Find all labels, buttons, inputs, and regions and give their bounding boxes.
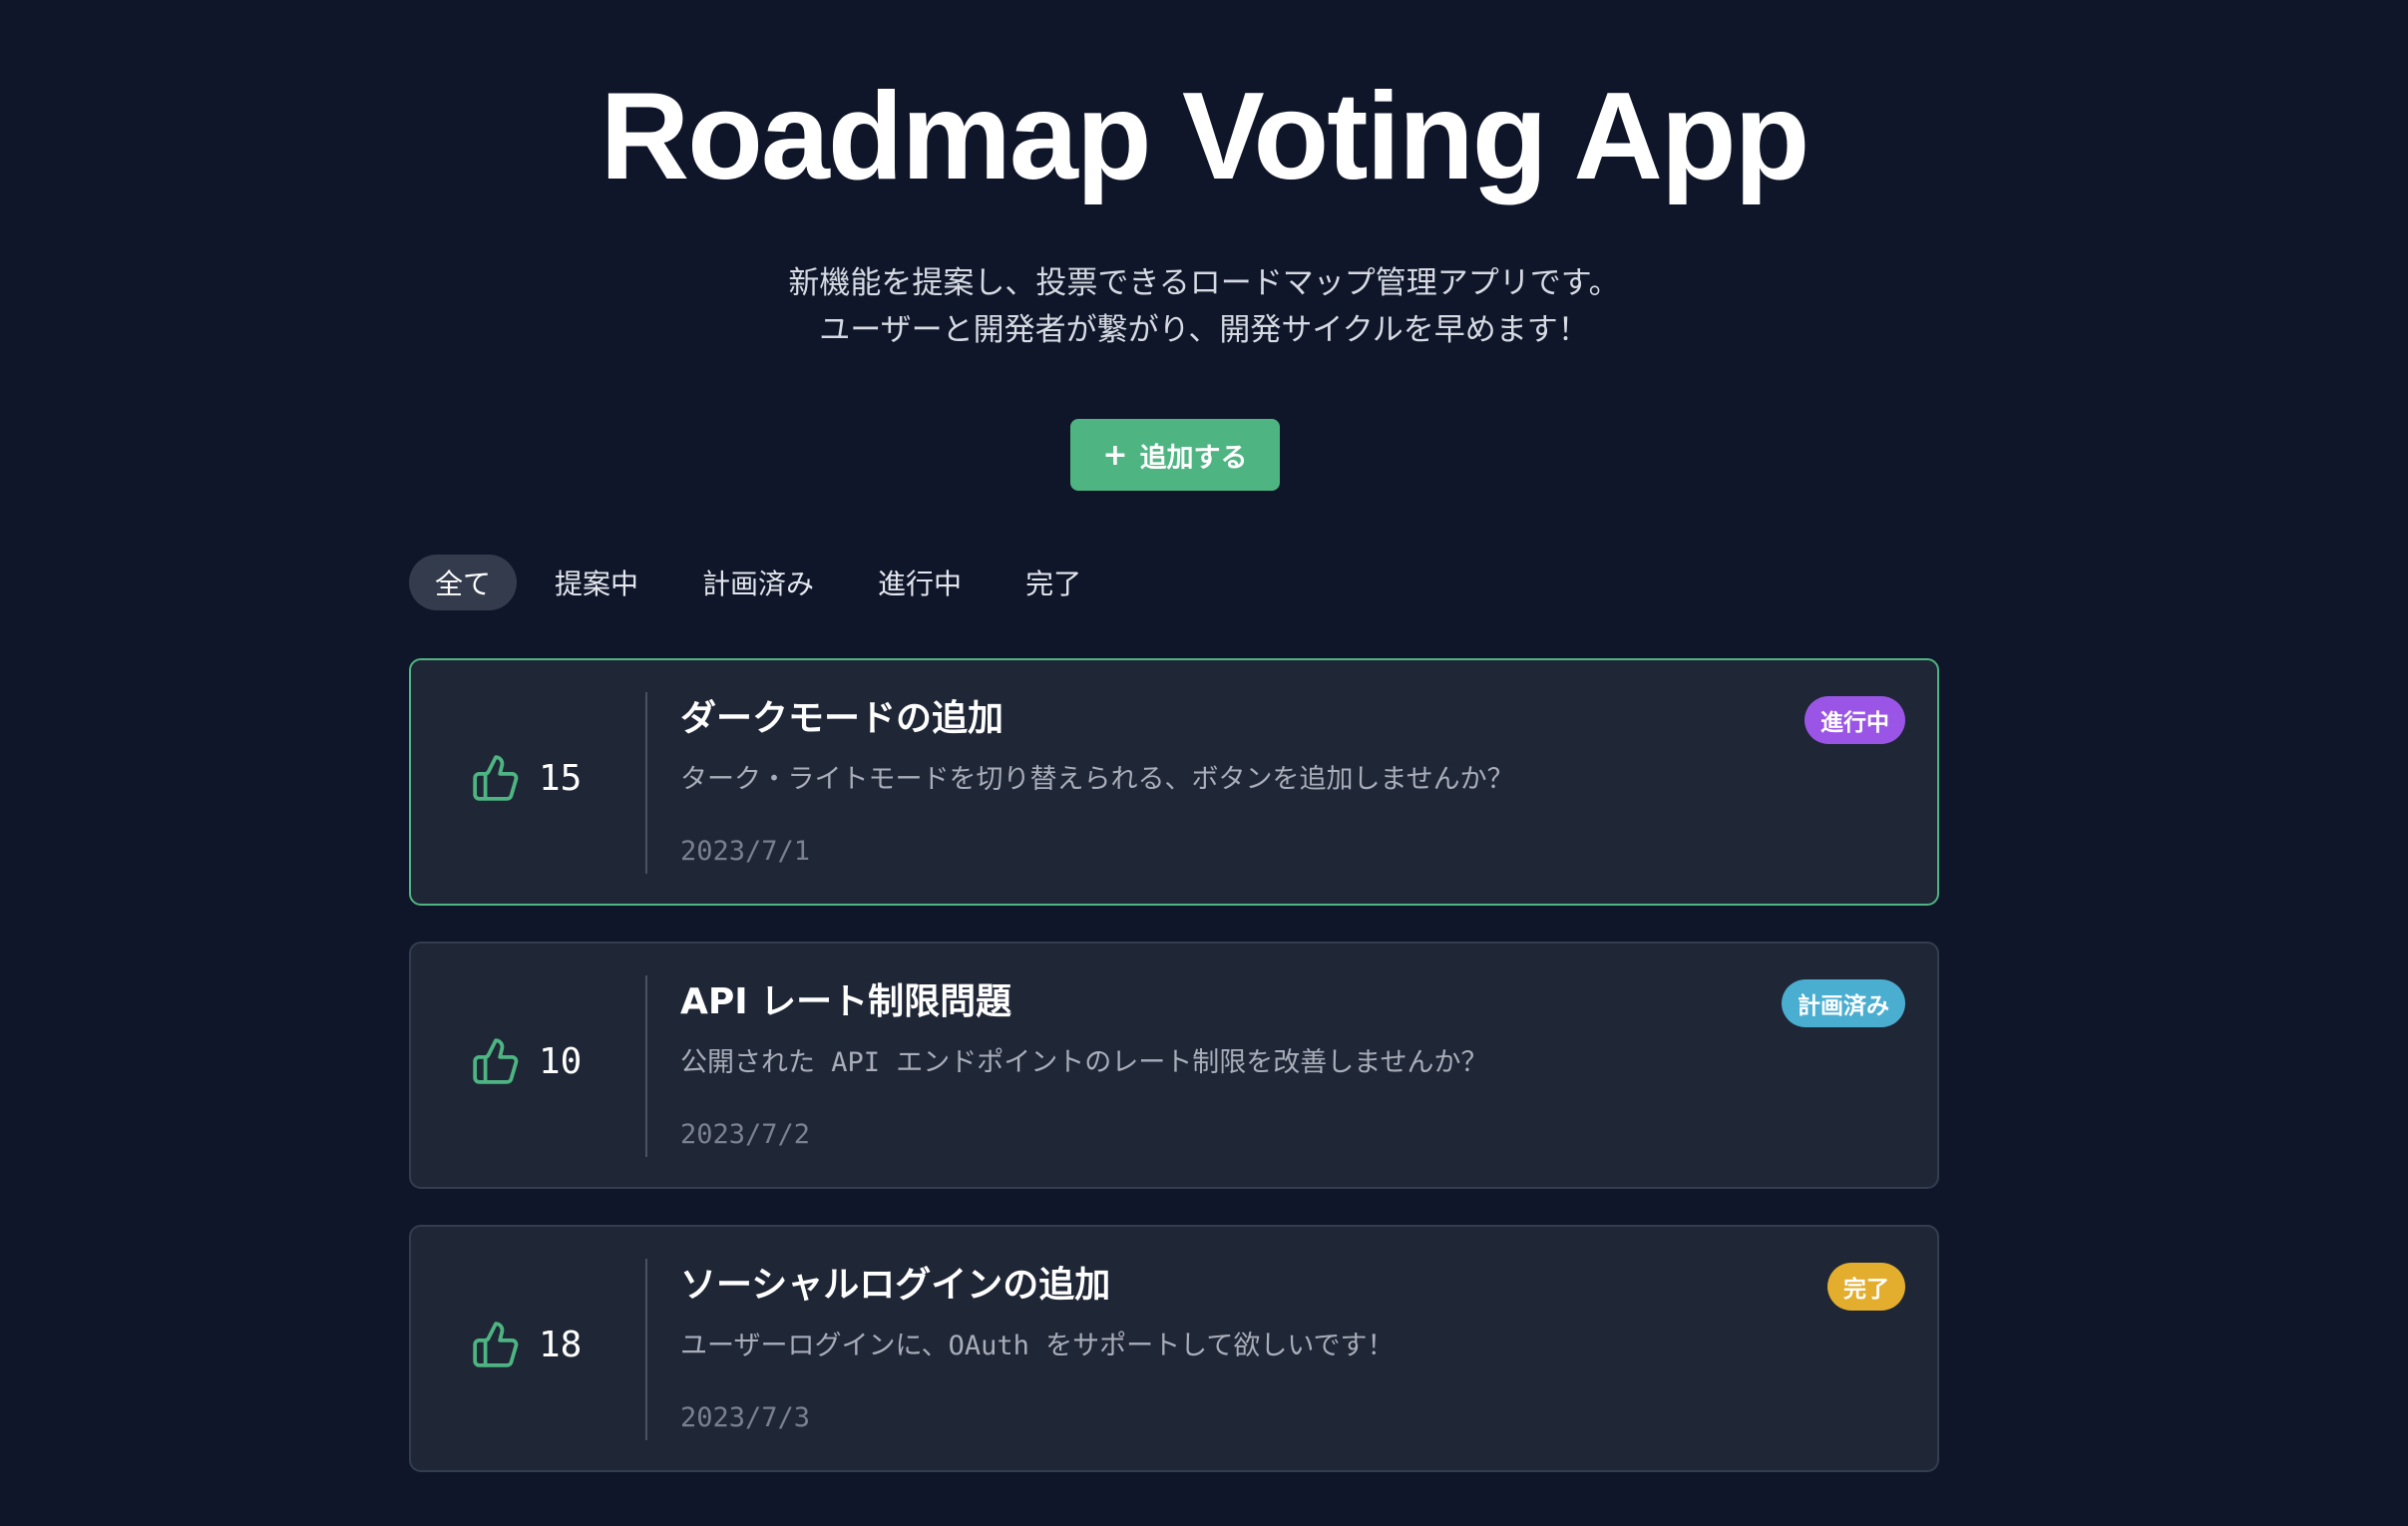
item-description: ユーザーログインに、OAuth をサポートして欲しいです！ bbox=[680, 1331, 1395, 1361]
item-description: ターク・ライトモードを切り替えられる、ボタンを追加しませんか？ bbox=[680, 764, 1514, 795]
card-divider bbox=[645, 692, 647, 874]
page-description-line-1: 新機能を提案し、投票できるロードマップ管理アプリです。 bbox=[788, 265, 1620, 301]
item-title: API レート制限問題 bbox=[680, 981, 1012, 1022]
card-divider bbox=[645, 1259, 647, 1440]
status-filter-tabs: 全て 提案中 計画済み 進行中 完了 bbox=[409, 555, 1119, 610]
tab-all[interactable]: 全て bbox=[409, 555, 518, 610]
tab-in-progress[interactable]: 進行中 bbox=[852, 555, 988, 610]
vote-count: 18 bbox=[539, 1324, 583, 1365]
add-button-label: 追加する bbox=[1139, 442, 1248, 474]
page-description-line-2: ユーザーと開発者が繋がり、開発サイクルを早めます！ bbox=[819, 312, 1589, 348]
roadmap-item-card[interactable]: 18 ソーシャルログインの追加 ユーザーログインに、OAuth をサポートして欲… bbox=[409, 1225, 1939, 1472]
roadmap-item-card[interactable]: 10 API レート制限問題 公開された API エンドポイントのレート制限を改… bbox=[409, 942, 1939, 1189]
vote-count: 10 bbox=[539, 1040, 583, 1082]
thumbs-up-icon bbox=[473, 1038, 519, 1084]
status-badge: 計画済み bbox=[1782, 979, 1905, 1027]
thumbs-up-icon bbox=[473, 1322, 519, 1367]
status-badge: 完了 bbox=[1827, 1263, 1905, 1311]
thumbs-up-icon bbox=[473, 755, 519, 801]
item-title: ソーシャルログインの追加 bbox=[680, 1265, 1111, 1306]
page-title: Roadmap Voting App bbox=[600, 68, 1810, 205]
vote-count: 15 bbox=[539, 757, 583, 799]
item-date: 2023/7/3 bbox=[680, 1402, 811, 1433]
roadmap-item-card[interactable]: 15 ダークモードの追加 ターク・ライトモードを切り替えられる、ボタンを追加しま… bbox=[409, 658, 1939, 906]
card-divider bbox=[645, 975, 647, 1157]
item-description: 公開された API エンドポイントのレート制限を改善しませんか？ bbox=[680, 1047, 1488, 1078]
item-date: 2023/7/2 bbox=[680, 1119, 811, 1150]
tab-planned[interactable]: 計画済み bbox=[676, 555, 840, 610]
tab-proposed[interactable]: 提案中 bbox=[529, 555, 664, 610]
plus-icon: + bbox=[1102, 437, 1128, 473]
upvote-button[interactable]: 10 bbox=[471, 1031, 582, 1091]
upvote-button[interactable]: 15 bbox=[471, 748, 582, 808]
item-title: ダークモードの追加 bbox=[680, 698, 1004, 739]
status-badge: 進行中 bbox=[1805, 696, 1905, 744]
item-date: 2023/7/1 bbox=[680, 836, 811, 867]
tab-done[interactable]: 完了 bbox=[1000, 555, 1107, 610]
add-request-button[interactable]: + 追加する bbox=[1070, 419, 1280, 491]
upvote-button[interactable]: 18 bbox=[471, 1315, 582, 1374]
page: Roadmap Voting App 新機能を提案し、投票できるロードマップ管理… bbox=[0, 0, 2408, 1526]
